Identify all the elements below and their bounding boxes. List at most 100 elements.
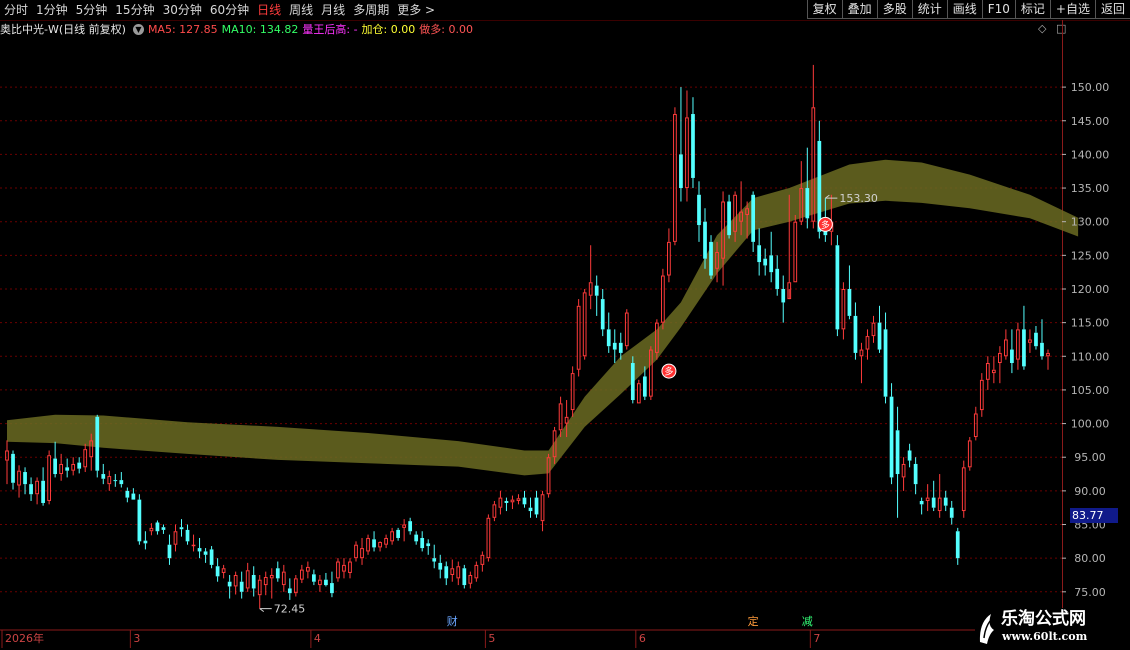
candle-body-116: [703, 221, 707, 259]
ytick-label-9: 120.00: [1071, 283, 1110, 296]
candle-body-153: [925, 497, 930, 501]
ytick-label-0: 75.00: [1074, 586, 1106, 599]
candle-83: [504, 497, 509, 512]
candle-133: [805, 147, 810, 229]
candle-28: [173, 524, 178, 552]
candle-113: [685, 90, 689, 202]
candle-body-77: [468, 574, 473, 584]
candle-158: [955, 527, 960, 565]
candle-body-42: [257, 579, 262, 596]
candle-94: [570, 366, 575, 417]
candle-body-158: [955, 531, 960, 559]
candle-body-65: [396, 529, 400, 538]
candle-body-95: [576, 305, 581, 370]
candle-127: [769, 231, 774, 283]
candle-64: [390, 527, 394, 545]
candle-body-99: [600, 299, 605, 330]
candle-42: [257, 574, 262, 609]
candle-body-159: [961, 467, 966, 512]
candle-body-55: [336, 561, 340, 579]
candle-body-104: [630, 363, 635, 401]
candle-5: [35, 477, 39, 505]
candle-body-24: [149, 527, 154, 532]
candle-70: [426, 539, 431, 555]
candle-body-28: [173, 531, 178, 545]
candle-96: [582, 288, 587, 360]
candle-77: [468, 571, 473, 589]
candle-body-4: [29, 484, 33, 495]
candle-body-9: [59, 463, 64, 475]
candle-38: [233, 571, 238, 595]
candle-65: [396, 527, 400, 541]
candle-170: [1028, 329, 1032, 353]
candle-body-75: [456, 566, 461, 579]
candlestick-chart[interactable]: 153.3072.45多多财定减 75.0080.0085.0090.0095.…: [0, 0, 1130, 650]
candle-2: [17, 465, 21, 498]
candle-4: [29, 477, 33, 501]
candle-92: [558, 396, 563, 438]
candle-body-60: [366, 537, 370, 552]
candle-120: [727, 194, 731, 239]
high-price-label: 153.30: [839, 192, 878, 205]
candle-body-87: [528, 507, 533, 512]
candle-48: [293, 574, 298, 597]
candle-body-71: [432, 558, 437, 562]
candle-body-93: [564, 416, 569, 424]
candle-84: [510, 495, 515, 510]
candle-body-11: [71, 463, 76, 471]
candle-body-26: [161, 527, 166, 530]
candle-body-7: [47, 455, 51, 501]
candle-139: [841, 282, 846, 340]
candle-body-101: [612, 342, 617, 350]
candle-body-124: [751, 194, 756, 242]
candle-body-61: [372, 539, 376, 548]
watermark: 乐淘公式网 www.60lt.com: [975, 608, 1130, 650]
indicator-band: [7, 159, 1079, 476]
candle-99: [600, 288, 605, 337]
candle-body-23: [143, 540, 148, 544]
candle-144: [871, 315, 876, 343]
candle-168: [1016, 322, 1020, 370]
candle-body-166: [1004, 339, 1008, 357]
candle-163: [985, 356, 990, 390]
candle-12: [77, 457, 82, 474]
candle-body-39: [239, 581, 244, 592]
candle-25: [155, 520, 160, 535]
candle-body-22: [137, 499, 142, 542]
candle-63: [384, 534, 388, 549]
candle-body-15: [95, 416, 100, 471]
candle-88: [534, 490, 539, 518]
candle-body-20: [125, 490, 130, 498]
ytick-label-7: 110.00: [1071, 350, 1110, 363]
candle-body-19: [119, 480, 124, 485]
candle-6: [41, 467, 45, 506]
candle-body-160: [967, 440, 972, 468]
ytick-label-8: 115.00: [1071, 317, 1110, 330]
candle-body-144: [871, 322, 876, 337]
candle-110: [667, 228, 671, 283]
candle-body-32: [197, 548, 202, 552]
candle-142: [859, 342, 864, 384]
candle-86: [522, 490, 527, 508]
candle-15: [95, 414, 100, 478]
candle-body-40: [245, 570, 250, 589]
candle-74: [450, 559, 455, 582]
xtick-label-4: 6: [639, 632, 646, 645]
candle-57: [348, 558, 352, 579]
ytick-label-4: 95.00: [1074, 451, 1106, 464]
candle-body-170: [1028, 339, 1032, 343]
candle-82: [498, 490, 503, 515]
candle-body-43: [263, 577, 268, 586]
candle-body-105: [636, 383, 641, 404]
candle-body-35: [215, 566, 220, 577]
candle-104: [630, 356, 635, 404]
candle-body-25: [155, 522, 160, 532]
grid-lines: [0, 20, 1063, 631]
candle-body-83: [504, 500, 509, 503]
candle-68: [414, 531, 419, 545]
candle-50: [306, 561, 310, 579]
candle-124: [751, 191, 756, 252]
candle-31: [191, 534, 196, 552]
candle-19: [119, 472, 124, 488]
candle-36: [221, 564, 226, 579]
